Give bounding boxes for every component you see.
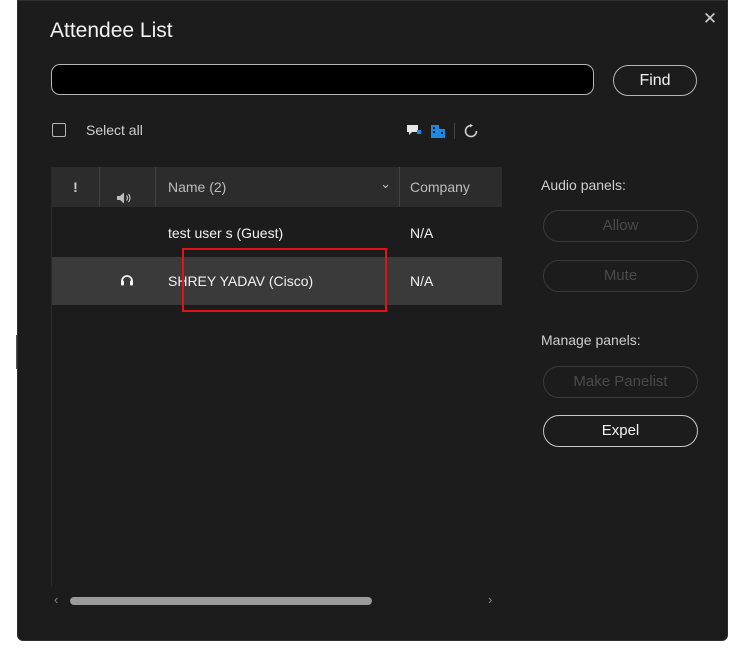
headset-icon bbox=[119, 272, 135, 293]
scroll-right-icon[interactable]: › bbox=[488, 592, 492, 608]
attendee-table: ! Name (2) ⌄ Company test user s (Guest)… bbox=[51, 167, 502, 607]
company-column-label: Company bbox=[410, 179, 470, 195]
expel-button[interactable]: Expel bbox=[543, 415, 698, 447]
column-header-company[interactable]: Company bbox=[400, 167, 502, 207]
search-input[interactable] bbox=[51, 64, 594, 95]
audio-panels-label: Audio panels: bbox=[541, 177, 626, 193]
attendee-company: N/A bbox=[410, 225, 434, 241]
alert-icon: ! bbox=[73, 179, 78, 195]
attendee-name: SHREY YADAV (Cisco) bbox=[168, 273, 314, 289]
scrollbar-thumb[interactable] bbox=[70, 597, 372, 605]
attendee-name: test user s (Guest) bbox=[168, 225, 284, 241]
refresh-icon[interactable] bbox=[463, 123, 479, 139]
column-header-alert[interactable]: ! bbox=[52, 167, 100, 207]
allow-button[interactable]: Allow bbox=[543, 210, 698, 242]
column-header-audio[interactable] bbox=[100, 167, 156, 207]
scroll-left-icon[interactable]: ‹ bbox=[54, 592, 58, 608]
select-all-checkbox[interactable] bbox=[52, 123, 66, 137]
attendee-company: N/A bbox=[410, 273, 434, 289]
manage-panels-label: Manage panels: bbox=[541, 332, 641, 348]
table-row[interactable]: SHREY YADAV (Cisco) N/A bbox=[52, 257, 502, 305]
column-header-name[interactable]: Name (2) ⌄ bbox=[156, 167, 400, 207]
attendee-toolbar bbox=[406, 121, 487, 141]
make-panelist-button[interactable]: Make Panelist bbox=[543, 366, 698, 398]
mute-button[interactable]: Mute bbox=[543, 260, 698, 292]
horizontal-scrollbar[interactable]: ‹ › bbox=[52, 591, 502, 609]
chevron-down-icon[interactable]: ⌄ bbox=[380, 164, 391, 204]
dialog-title: Attendee List bbox=[50, 19, 173, 42]
select-all-label: Select all bbox=[86, 122, 143, 138]
name-column-label: Name (2) bbox=[168, 179, 227, 195]
attendee-list-dialog: Attendee List ✕ Find Select all ! Name (… bbox=[17, 0, 728, 641]
table-row[interactable]: test user s (Guest) N/A bbox=[52, 209, 502, 257]
find-button[interactable]: Find bbox=[613, 65, 697, 96]
close-icon[interactable]: ✕ bbox=[702, 10, 718, 27]
table-header: ! Name (2) ⌄ Company bbox=[52, 167, 502, 207]
attendee-info-icon[interactable] bbox=[430, 124, 446, 139]
chat-icon[interactable] bbox=[406, 124, 422, 138]
toolbar-divider bbox=[454, 123, 455, 139]
